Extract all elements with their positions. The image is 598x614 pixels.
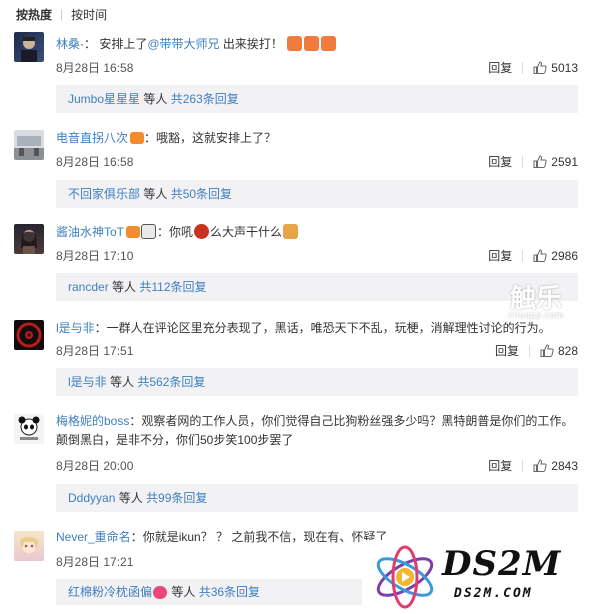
like-count: 828 bbox=[557, 343, 578, 358]
reply-button[interactable]: 回复 bbox=[495, 342, 519, 359]
like-count: 2591 bbox=[551, 154, 578, 169]
like-count: 2986 bbox=[551, 248, 578, 263]
thumbs-up-icon bbox=[533, 249, 547, 262]
reply-button[interactable]: 回复 bbox=[488, 457, 512, 474]
chuapp-watermark-sub: chuapp.com bbox=[508, 311, 564, 321]
comment-username-suffix: ·： bbox=[80, 37, 97, 51]
chuapp-watermark: 触乐 chuapp.com bbox=[494, 278, 578, 330]
comment-date: 8月28日 16:58 bbox=[56, 61, 134, 75]
sort-tabs: 按热度 | 按时间 bbox=[0, 0, 598, 28]
reply-user-link[interactable]: rancder bbox=[68, 280, 109, 294]
comment-text: ：你就是ikun？ ？ 之前我不信，现在有、怀疑了 bbox=[130, 530, 388, 544]
comment-text: ：一群人在评论区里充分表现了，黑话，唯恐天下不乱，玩梗，消解理性讨论的行为。 bbox=[94, 321, 551, 335]
reply-summary-text: 等人 bbox=[168, 585, 199, 599]
like-button[interactable]: 2591 bbox=[533, 155, 578, 169]
reply-button[interactable]: 回复 bbox=[488, 59, 512, 76]
comment-date: 8月28日 17:51 bbox=[56, 344, 134, 358]
doge-emoji-icon bbox=[321, 36, 337, 51]
thumbs-up-icon bbox=[533, 61, 547, 74]
doge-emoji-icon bbox=[304, 36, 320, 51]
reply-summary-text: 等人 bbox=[115, 491, 147, 505]
comment-text-after: 么大声干什么 bbox=[210, 225, 283, 239]
ds2m-watermark-sub: DS2M.COM bbox=[454, 586, 533, 601]
reply-count-link[interactable]: 共36条回复 bbox=[199, 585, 260, 599]
reply-count-link[interactable]: 共562条回复 bbox=[137, 375, 205, 389]
replies-summary[interactable]: 不回家俱乐部 等人 共50条回复 bbox=[56, 180, 578, 208]
like-button[interactable]: 2843 bbox=[533, 459, 578, 473]
thumbs-up-icon bbox=[540, 344, 554, 357]
replies-summary[interactable]: Jumbo星星星 等人 共263条回复 bbox=[56, 85, 578, 113]
like-button[interactable]: 2986 bbox=[533, 249, 578, 263]
chuapp-watermark-main: 触乐 bbox=[509, 284, 562, 314]
comment-text: ：观察者网的工作人员，你们觉得自己比狗粉丝强多少吗？黑特朗普是你们的工作。 bbox=[129, 414, 574, 428]
reply-summary-text: 等人 bbox=[106, 375, 138, 389]
ds2m-watermark: DS2M DS2M.COM bbox=[362, 540, 598, 614]
fan-badge-icon bbox=[130, 132, 145, 144]
reply-user-link[interactable]: 不回家俱乐部 bbox=[68, 187, 140, 201]
divider bbox=[522, 249, 524, 262]
comment-text-line2: 颠倒黑白，是非不分，你们50步笑100步罢了 bbox=[56, 433, 294, 447]
comment-text: ：你吼 bbox=[157, 225, 194, 239]
reply-summary-text: 等人 bbox=[108, 280, 140, 294]
comment-date: 8月28日 17:21 bbox=[56, 555, 134, 569]
reply-count-link[interactable]: 共50条回复 bbox=[171, 187, 232, 201]
reply-count-link[interactable]: 共263条回复 bbox=[171, 92, 239, 106]
comment-date: 8月28日 16:58 bbox=[56, 155, 134, 169]
reply-button[interactable]: 回复 bbox=[488, 247, 512, 264]
comment-text: 哦豁，这就安排上了？ bbox=[156, 131, 277, 145]
fan-badge-icon bbox=[126, 226, 141, 238]
comment-date: 8月28日 17:10 bbox=[56, 249, 134, 263]
reply-count-link[interactable]: 共112条回复 bbox=[139, 280, 206, 294]
comment-username[interactable]: 梅格妮的boss bbox=[56, 414, 129, 428]
comment-username[interactable]: 酱油水神ToT bbox=[56, 225, 124, 239]
like-button[interactable]: 5013 bbox=[533, 61, 578, 75]
replies-summary[interactable]: l是与非 等人 共562条回复 bbox=[56, 368, 578, 396]
replies-summary[interactable]: Dddyyan 等人 共99条回复 bbox=[56, 484, 578, 512]
avatar[interactable] bbox=[14, 32, 44, 62]
comment-text: 安排上了 bbox=[99, 37, 148, 51]
divider bbox=[522, 459, 524, 472]
comment-username[interactable]: 电音直拐八次 bbox=[56, 131, 128, 145]
divider bbox=[522, 155, 524, 168]
doge-emoji-icon bbox=[287, 36, 303, 51]
thumbs-up-icon bbox=[533, 155, 547, 168]
tab-divider: | bbox=[60, 7, 64, 21]
reply-count-link[interactable]: 共99条回复 bbox=[146, 491, 207, 505]
heart-emoji-icon bbox=[153, 586, 168, 599]
comment-mention[interactable]: @带带大师兄 bbox=[147, 37, 219, 51]
divider bbox=[528, 344, 530, 357]
comment-username[interactable]: 林桑 bbox=[56, 37, 80, 51]
shocked-emoji-icon bbox=[283, 224, 299, 239]
panda-badge-icon bbox=[141, 224, 157, 239]
like-count: 5013 bbox=[551, 60, 578, 75]
reply-button[interactable]: 回复 bbox=[488, 153, 512, 170]
avatar[interactable] bbox=[14, 320, 44, 350]
reply-summary-text: 等人 bbox=[140, 92, 171, 106]
reply-user-link[interactable]: 红棉粉冷枕函偏 bbox=[68, 585, 152, 599]
divider bbox=[522, 61, 524, 74]
reply-summary-text: 等人 bbox=[140, 187, 171, 201]
avatar[interactable] bbox=[14, 414, 44, 444]
tab-sort-by-hot[interactable]: 按热度 bbox=[16, 6, 52, 23]
reply-user-link[interactable]: l是与非 bbox=[68, 375, 107, 389]
reply-user-link[interactable]: Dddyyan bbox=[68, 491, 115, 505]
avatar[interactable] bbox=[14, 531, 44, 561]
like-button[interactable]: 828 bbox=[540, 344, 578, 358]
avatar[interactable] bbox=[14, 130, 44, 160]
comment-username[interactable]: Never_重命名 bbox=[56, 530, 131, 544]
avatar[interactable] bbox=[14, 224, 44, 254]
ds2m-logo-icon bbox=[376, 545, 434, 609]
tab-sort-by-time[interactable]: 按时间 bbox=[71, 6, 107, 23]
ds2m-watermark-main: DS2M bbox=[442, 544, 562, 584]
thumbs-up-icon bbox=[533, 459, 547, 472]
reply-user-link[interactable]: Jumbo星星星 bbox=[68, 92, 140, 106]
like-count: 2843 bbox=[551, 458, 578, 473]
comment-date: 8月28日 20:00 bbox=[56, 459, 134, 473]
chili-emoji-icon bbox=[194, 224, 210, 239]
comment-username[interactable]: l是与非 bbox=[56, 321, 95, 335]
comment-text-after: 出来挨打！ bbox=[219, 37, 283, 51]
